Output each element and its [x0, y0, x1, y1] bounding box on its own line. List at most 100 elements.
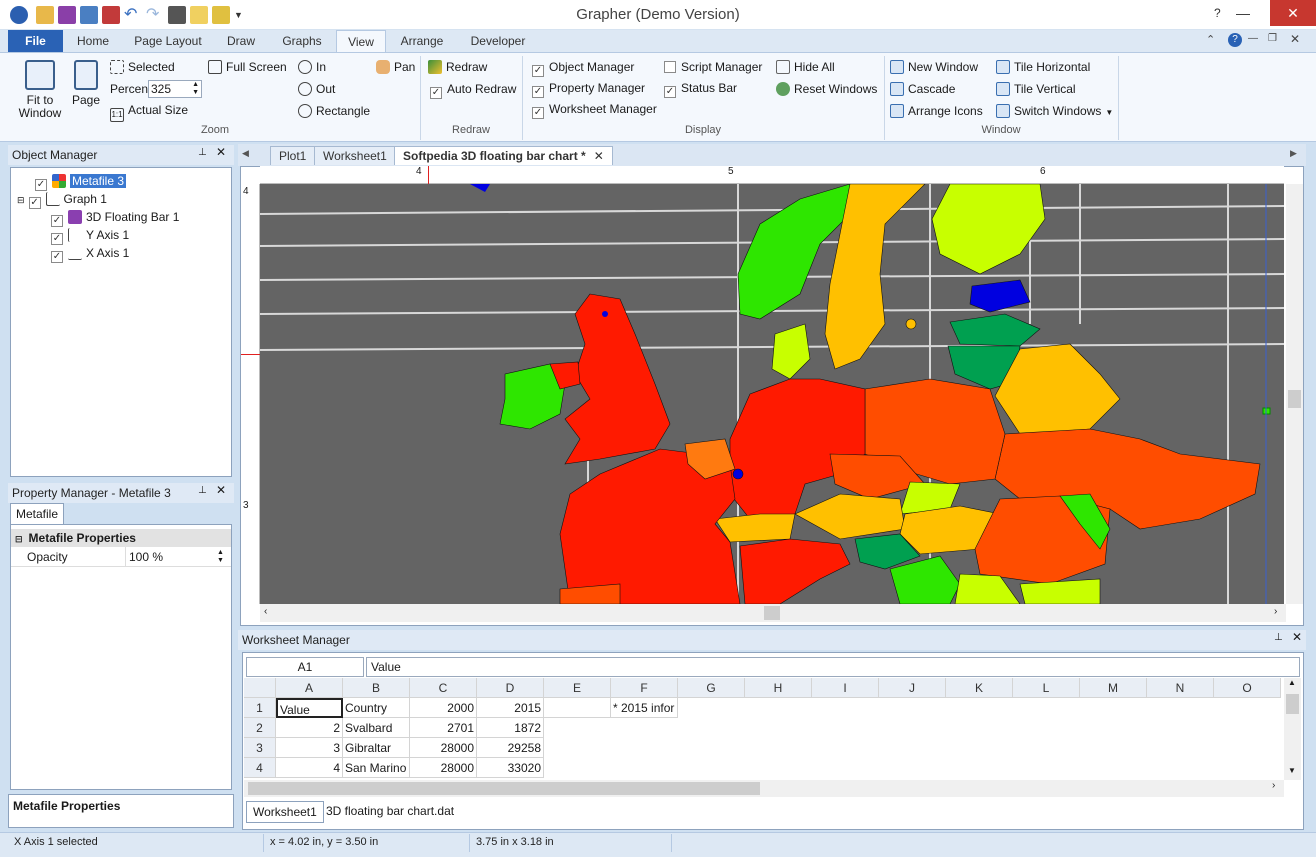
table-cell[interactable]: 2000	[410, 698, 477, 718]
pin-icon[interactable]: ⊥	[1274, 632, 1283, 643]
scroll-thumb[interactable]	[1288, 390, 1301, 408]
open-icon[interactable]	[36, 6, 54, 24]
script-manager-checkbox[interactable]: Script Manager	[664, 57, 762, 77]
table-cell[interactable]: San Marino	[343, 758, 410, 778]
tab-file[interactable]: File	[8, 30, 63, 52]
tab-graphs[interactable]: Graphs	[274, 30, 330, 52]
table-cell[interactable]: 4	[276, 758, 343, 778]
zoom-selected-button[interactable]: Selected	[110, 57, 175, 77]
auto-redraw-checkbox[interactable]: ✓ Auto Redraw	[430, 79, 516, 99]
arrange-icons-button[interactable]: Arrange Icons	[890, 101, 983, 121]
plot-horizontal-scrollbar[interactable]: ‹ ›	[260, 604, 1286, 622]
row-header[interactable]: 4	[244, 758, 276, 778]
scroll-thumb[interactable]	[248, 782, 760, 795]
row-header[interactable]: 3	[244, 738, 276, 758]
pan-button[interactable]: Pan	[376, 57, 415, 77]
table-cell[interactable]: 28000	[410, 758, 477, 778]
object-manager-checkbox[interactable]: ✓ Object Manager	[532, 57, 634, 77]
tab-metafile[interactable]: Metafile	[10, 503, 64, 525]
tree-item-x-axis[interactable]: ✓ X Axis 1	[51, 244, 129, 263]
tree-item-3d-floating-bar[interactable]: ✓ 3D Floating Bar 1	[51, 208, 179, 227]
column-header[interactable]: A	[276, 678, 343, 698]
cell-reference[interactable]: A1	[246, 657, 364, 677]
tile-vertical-button[interactable]: Tile Vertical	[996, 79, 1076, 99]
property-manager-checkbox[interactable]: ✓ Property Manager	[532, 78, 645, 98]
full-screen-button[interactable]: Full Screen	[208, 57, 287, 77]
tab-draw[interactable]: Draw	[218, 30, 264, 52]
reset-windows-button[interactable]: Reset Windows	[776, 79, 877, 99]
zoom-out-button[interactable]: Out	[298, 79, 335, 99]
sheet-tab-worksheet1[interactable]: Worksheet1	[246, 801, 324, 823]
new-window-button[interactable]: New Window	[890, 57, 978, 77]
spinner-icon[interactable]: ▲ ▼	[217, 549, 224, 565]
new-icon[interactable]	[190, 6, 208, 24]
column-header[interactable]: E	[544, 678, 611, 698]
scroll-left-icon[interactable]: ‹	[264, 606, 267, 617]
scroll-right-icon[interactable]: ›	[1274, 606, 1277, 617]
opacity-value[interactable]: 100 %	[129, 547, 163, 567]
tab-view[interactable]: View	[336, 30, 386, 52]
tab-home[interactable]: Home	[68, 30, 118, 52]
column-header[interactable]: D	[477, 678, 544, 698]
table-cell[interactable]: 2015	[477, 698, 544, 718]
fit-to-window-button[interactable]: Fit to Window	[14, 60, 66, 120]
column-header[interactable]: B	[343, 678, 410, 698]
tree-item-y-axis[interactable]: ✓ Y Axis 1	[51, 226, 129, 245]
panel-close-icon[interactable]: ✕	[216, 145, 226, 159]
cell-value-input[interactable]: Value	[366, 657, 1300, 677]
column-header[interactable]: G	[678, 678, 745, 698]
table-cell[interactable]: 2701	[410, 718, 477, 738]
panel-close-icon[interactable]: ✕	[1292, 630, 1302, 644]
worksheet-vertical-scrollbar[interactable]: ▲ ▼	[1284, 678, 1301, 780]
new-plot-icon[interactable]	[212, 6, 230, 24]
column-header[interactable]: N	[1147, 678, 1214, 698]
column-header[interactable]: C	[410, 678, 477, 698]
plot-vertical-scrollbar[interactable]	[1286, 184, 1303, 604]
scroll-thumb[interactable]	[764, 606, 780, 620]
tab-developer[interactable]: Developer	[462, 30, 534, 52]
metafile-properties-section[interactable]: ⊟ Metafile Properties	[11, 529, 231, 547]
close-doc-icon[interactable]	[102, 6, 120, 24]
scroll-thumb[interactable]	[1286, 694, 1299, 714]
hide-all-button[interactable]: Hide All	[776, 57, 835, 77]
switch-windows-button[interactable]: Switch Windows ▼	[996, 101, 1113, 121]
redraw-button[interactable]: Redraw	[428, 57, 487, 77]
percent-input[interactable]: 325 ▲ ▼	[148, 80, 202, 98]
doc-tab-active-chart[interactable]: Softpedia 3D floating bar chart * ✕	[394, 146, 613, 165]
tab-close-icon[interactable]: ✕	[594, 149, 604, 163]
app-menu-icon[interactable]	[10, 6, 28, 24]
table-cell[interactable]	[544, 698, 611, 718]
close-window-button[interactable]: ✕	[1270, 0, 1316, 26]
table-cell[interactable]: 1872	[477, 718, 544, 738]
save-icon[interactable]	[58, 6, 76, 24]
collapse-icon[interactable]: ⊟	[17, 195, 25, 205]
row-header[interactable]: 2	[244, 718, 276, 738]
status-bar-checkbox[interactable]: ✓ Status Bar	[664, 78, 737, 98]
column-header[interactable]: I	[812, 678, 879, 698]
doc-restore-icon[interactable]: ❐	[1268, 33, 1277, 44]
pin-icon[interactable]: ⊥	[198, 485, 207, 496]
tab-page-layout[interactable]: Page Layout	[128, 30, 208, 52]
doc-tab-worksheet1[interactable]: Worksheet1	[314, 146, 396, 165]
cascade-button[interactable]: Cascade	[890, 79, 955, 99]
column-header[interactable]: M	[1080, 678, 1147, 698]
sheet-tab-data-file[interactable]: 3D floating bar chart.dat	[320, 801, 460, 823]
export-icon[interactable]	[80, 6, 98, 24]
panel-close-icon[interactable]: ✕	[216, 483, 226, 497]
qat-dropdown-icon[interactable]: ▼	[234, 6, 252, 24]
column-header[interactable]: H	[745, 678, 812, 698]
scroll-up-icon[interactable]: ▲	[1288, 678, 1296, 687]
table-cell[interactable]: 33020	[477, 758, 544, 778]
scroll-left-icon[interactable]: ◀	[242, 148, 249, 159]
column-header[interactable]: K	[946, 678, 1013, 698]
redo-icon[interactable]: ↷	[146, 6, 164, 24]
page-zoom-button[interactable]: Page	[70, 60, 102, 107]
tree-item-graph[interactable]: ⊟ ✓ Graph 1	[17, 190, 107, 209]
ribbon-collapse-icon[interactable]: ⌃	[1206, 33, 1215, 46]
grid-corner[interactable]	[244, 678, 276, 698]
scroll-right-icon[interactable]: ▶	[1290, 148, 1297, 159]
actual-size-button[interactable]: 1:1 Actual Size	[110, 100, 188, 122]
table-cell[interactable]: Gibraltar	[343, 738, 410, 758]
help-icon[interactable]: ?	[1228, 33, 1242, 47]
tab-arrange[interactable]: Arrange	[392, 30, 452, 52]
